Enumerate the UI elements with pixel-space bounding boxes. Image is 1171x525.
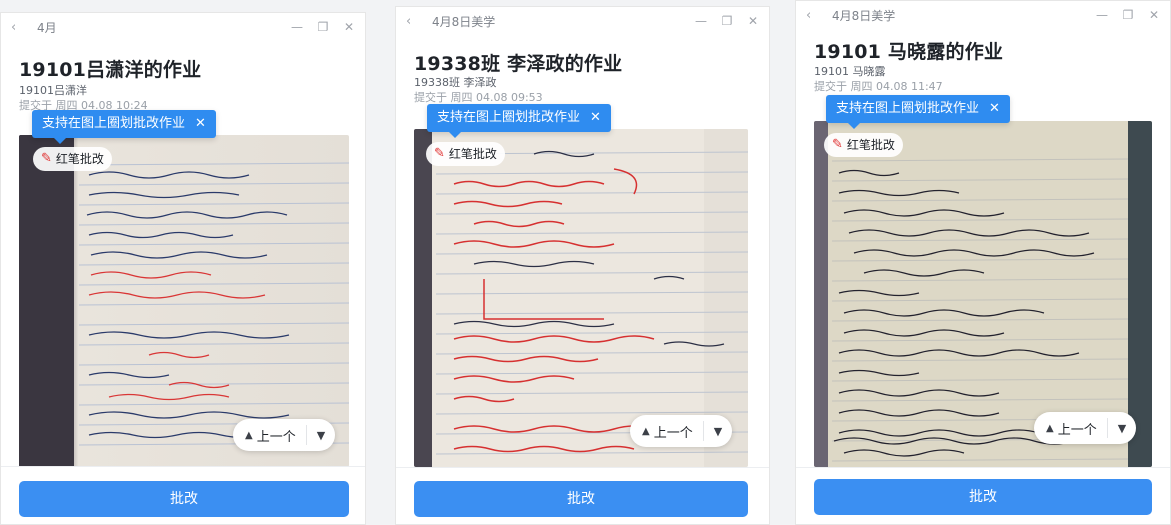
minimize-icon[interactable]: —	[1096, 7, 1108, 23]
prev-label: 上一个	[256, 429, 296, 445]
student-name: 19101 马晓露	[814, 65, 886, 78]
homework-title: 19101吕潇洋的作业	[19, 59, 202, 81]
red-pen-button[interactable]: ✎ 红笔批改	[824, 133, 903, 157]
student-name: 19338班 李泽政	[414, 76, 497, 89]
window-controls: — ❐ ✕	[1096, 7, 1160, 23]
chevron-left-icon[interactable]: ‹	[806, 8, 820, 24]
red-pen-label: 红笔批改	[448, 147, 497, 161]
close-icon[interactable]: ✕	[343, 19, 355, 35]
window-controls: — ❐ ✕	[291, 19, 355, 35]
minimize-icon[interactable]: —	[695, 13, 707, 29]
breadcrumb: 4月	[37, 21, 57, 35]
red-pen-button[interactable]: ✎ 红笔批改	[33, 147, 112, 171]
prev-button[interactable]: ▲ 上一个	[233, 425, 307, 445]
student-name: 19101吕潇洋	[19, 84, 87, 97]
annotation-tip: 支持在图上圈划批改作业 ✕	[826, 95, 1010, 129]
close-icon[interactable]: ✕	[195, 110, 206, 138]
restore-icon[interactable]: ❐	[1122, 7, 1134, 23]
next-button[interactable]: ▼	[1108, 422, 1136, 435]
close-icon[interactable]: ✕	[1148, 7, 1160, 23]
image-pager: ▲ 上一个 ▼	[630, 415, 733, 447]
red-pen-icon: ✎	[41, 151, 52, 166]
red-pen-icon: ✎	[434, 146, 445, 161]
prev-label: 上一个	[1057, 422, 1097, 438]
triangle-down-icon: ▼	[1117, 421, 1127, 435]
annotation-tip: 支持在图上圈划批改作业 ✕	[32, 110, 216, 144]
homework-photo[interactable]	[19, 135, 349, 467]
title-bar: ‹ 4月 — ❐ ✕	[1, 13, 365, 43]
title-bar: ‹ 4月8日美学 — ❐ ✕	[396, 7, 769, 37]
submit-time: 提交于 周四 04.08 11:47	[814, 80, 943, 93]
triangle-down-icon: ▼	[316, 428, 326, 442]
breadcrumb: 4月8日美学	[432, 15, 496, 29]
homework-window-3: ‹ 4月8日美学 — ❐ ✕ 19101 马晓露的作业 19101 马晓露 提交…	[795, 0, 1171, 525]
divider	[396, 467, 769, 468]
triangle-down-icon: ▼	[713, 424, 723, 438]
close-icon[interactable]: ✕	[989, 95, 1000, 123]
image-pager: ▲ 上一个 ▼	[1034, 412, 1137, 444]
homework-window-2: ‹ 4月8日美学 — ❐ ✕ 19338班 李泽政的作业 19338班 李泽政 …	[395, 6, 770, 525]
triangle-up-icon: ▲	[245, 429, 253, 441]
next-button[interactable]: ▼	[307, 429, 335, 442]
prev-button[interactable]: ▲ 上一个	[1034, 418, 1108, 438]
breadcrumb: 4月8日美学	[832, 9, 896, 23]
close-icon[interactable]: ✕	[747, 13, 759, 29]
prev-label: 上一个	[653, 425, 693, 441]
close-icon[interactable]: ✕	[590, 104, 601, 132]
window-controls: — ❐ ✕	[695, 13, 759, 29]
grade-button[interactable]: 批改	[19, 481, 349, 517]
homework-window-1: ‹ 4月 — ❐ ✕ 19101吕潇洋的作业 19101吕潇洋 提交于 周四 0…	[0, 12, 366, 525]
grade-button[interactable]: 批改	[414, 481, 748, 517]
tip-text: 支持在图上圈划批改作业	[42, 116, 186, 131]
divider	[796, 467, 1170, 468]
restore-icon[interactable]: ❐	[317, 19, 329, 35]
minimize-icon[interactable]: —	[291, 19, 303, 35]
tip-text: 支持在图上圈划批改作业	[836, 101, 980, 116]
homework-title: 19338班 李泽政的作业	[414, 53, 623, 75]
red-pen-label: 红笔批改	[846, 138, 895, 152]
red-pen-button[interactable]: ✎ 红笔批改	[426, 142, 505, 166]
title-bar: ‹ 4月8日美学 — ❐ ✕	[796, 1, 1170, 31]
triangle-up-icon: ▲	[642, 425, 650, 437]
red-pen-icon: ✎	[832, 137, 843, 152]
submit-time: 提交于 周四 04.08 09:53	[414, 91, 543, 104]
annotation-tip: 支持在图上圈划批改作业 ✕	[427, 104, 611, 138]
chevron-left-icon[interactable]: ‹	[406, 14, 420, 30]
tip-text: 支持在图上圈划批改作业	[437, 110, 581, 125]
homework-title: 19101 马晓露的作业	[814, 41, 1004, 63]
divider	[1, 466, 365, 467]
red-pen-label: 红笔批改	[55, 152, 104, 166]
triangle-up-icon: ▲	[1046, 422, 1054, 434]
image-pager: ▲ 上一个 ▼	[233, 419, 336, 451]
notebook-image	[19, 135, 349, 467]
restore-icon[interactable]: ❐	[721, 13, 733, 29]
screenshot-stage: ‹ 4月 — ❐ ✕ 19101吕潇洋的作业 19101吕潇洋 提交于 周四 0…	[0, 0, 1171, 525]
chevron-left-icon[interactable]: ‹	[11, 20, 25, 36]
grade-button[interactable]: 批改	[814, 479, 1152, 515]
prev-button[interactable]: ▲ 上一个	[630, 421, 704, 441]
next-button[interactable]: ▼	[704, 425, 732, 438]
